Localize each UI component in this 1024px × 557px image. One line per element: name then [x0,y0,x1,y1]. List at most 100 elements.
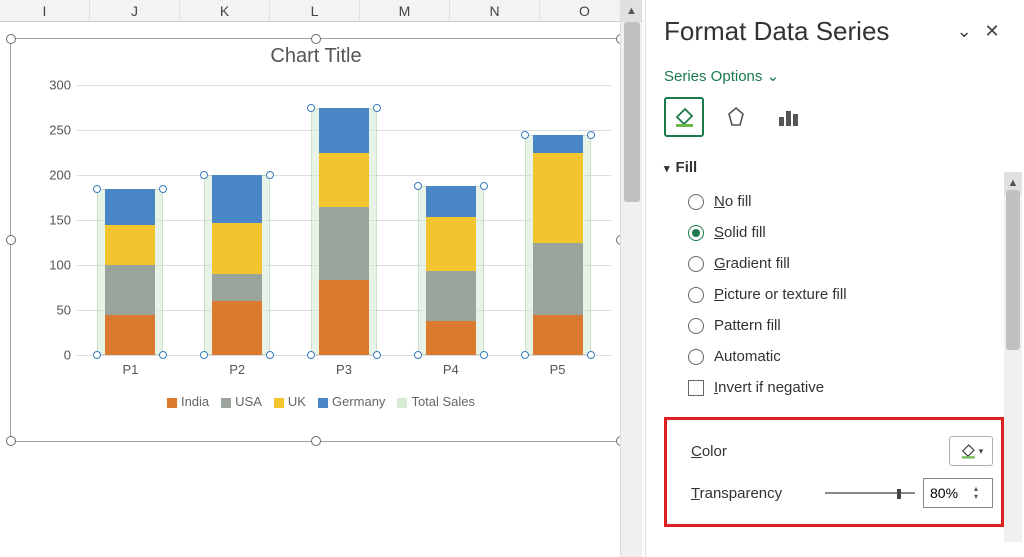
radio-icon [688,225,704,241]
series-select-point[interactable] [587,131,595,139]
bar-segment-germany[interactable] [426,186,476,218]
bar-segment-india[interactable] [105,315,155,356]
series-select-point[interactable] [307,104,315,112]
series-select-point[interactable] [93,351,101,359]
resize-handle[interactable] [6,436,16,446]
bar-segment-usa[interactable] [105,265,155,315]
y-tick-label: 200 [49,168,71,183]
series-options-tab[interactable] [768,97,808,137]
x-axis: P1P2P3P4P5 [77,362,611,382]
bar-segment-uk[interactable] [533,153,583,243]
bar-segment-uk[interactable] [319,153,369,207]
bar-segment-uk[interactable] [212,223,262,274]
series-select-point[interactable] [159,185,167,193]
y-tick-label: 50 [57,303,71,318]
legend-swatch [274,398,284,408]
series-select-point[interactable] [159,351,167,359]
series-select-point[interactable] [414,351,422,359]
spin-down-icon[interactable]: ▾ [974,493,988,501]
series-select-point[interactable] [521,351,529,359]
series-select-point[interactable] [480,351,488,359]
transparency-slider[interactable] [825,492,915,494]
worksheet-scrollbar[interactable]: ▲ [620,0,642,557]
col-header[interactable]: O [540,0,630,21]
series-select-point[interactable] [266,351,274,359]
bar-segment-uk[interactable] [105,225,155,266]
bar-segment-germany[interactable] [533,135,583,153]
legend-label: Total Sales [411,394,475,409]
transparency-label: Transparency [675,485,782,502]
color-picker-button[interactable]: ▾ [949,436,993,466]
chevron-down-icon: ▾ [979,446,984,457]
radio-picture-fill[interactable]: Picture or texture fill [664,279,1004,310]
scroll-thumb[interactable] [624,22,640,202]
resize-handle[interactable] [6,34,16,44]
fill-section-header[interactable]: ▾Fill [664,159,1004,176]
series-select-point[interactable] [480,182,488,190]
series-select-point[interactable] [266,171,274,179]
series-select-point[interactable] [200,351,208,359]
series-select-point[interactable] [373,104,381,112]
format-data-series-pane: Format Data Series ⌄ ✕ Series Options ⌄ … [645,0,1024,557]
collapse-icon[interactable]: ⌄ [952,21,976,42]
bar-segment-germany[interactable] [212,175,262,223]
legend-item[interactable]: Germany [318,394,385,409]
series-select-point[interactable] [307,351,315,359]
bar-segment-india[interactable] [426,321,476,355]
transparency-spinner[interactable]: ▴▾ [923,478,993,508]
legend-item[interactable]: UK [274,394,306,409]
resize-handle[interactable] [311,436,321,446]
bar-segment-usa[interactable] [426,271,476,321]
legend-item[interactable]: Total Sales [397,394,475,409]
chevron-down-icon: ▾ [664,162,670,175]
radio-solid-fill[interactable]: Solid fill [664,217,1004,248]
col-header[interactable]: I [0,0,90,21]
bar-segment-usa[interactable] [319,207,369,281]
bar-segment-india[interactable] [212,301,262,355]
col-header[interactable]: L [270,0,360,21]
pane-scrollbar[interactable]: ▲ [1004,172,1022,542]
y-tick-label: 150 [49,213,71,228]
series-options-dropdown[interactable]: Series Options ⌄ [664,67,1004,85]
series-select-point[interactable] [93,185,101,193]
close-icon[interactable]: ✕ [980,21,1004,42]
radio-automatic[interactable]: Automatic [664,341,1004,372]
series-select-point[interactable] [200,171,208,179]
series-select-point[interactable] [373,351,381,359]
radio-pattern-fill[interactable]: Pattern fill [664,310,1004,341]
scroll-up-icon[interactable]: ▲ [621,0,642,22]
chart-legend[interactable]: India USA UK Germany Total Sales [31,394,611,409]
radio-no-fill[interactable]: No fill [664,186,1004,217]
bar-segment-usa[interactable] [533,243,583,315]
col-header[interactable]: M [360,0,450,21]
legend-label: USA [235,394,262,409]
col-header[interactable]: K [180,0,270,21]
resize-handle[interactable] [311,34,321,44]
fill-and-line-tab[interactable] [664,97,704,137]
bar-segment-uk[interactable] [426,217,476,271]
chart-object[interactable]: Chart Title 050100150200250300 P1P2P3P4P… [10,38,622,442]
bar-segment-germany[interactable] [105,189,155,225]
radio-gradient-fill[interactable]: Gradient fill [664,248,1004,279]
legend-label: Germany [332,394,385,409]
col-header[interactable]: N [450,0,540,21]
legend-item[interactable]: USA [221,394,262,409]
scroll-thumb[interactable] [1006,190,1020,350]
legend-label: India [181,394,209,409]
pane-title: Format Data Series [664,16,889,47]
effects-tab[interactable] [716,97,756,137]
resize-handle[interactable] [6,235,16,245]
series-select-point[interactable] [521,131,529,139]
series-select-point[interactable] [414,182,422,190]
col-header[interactable]: J [90,0,180,21]
bar-segment-india[interactable] [533,315,583,355]
bar-segment-india[interactable] [319,280,369,355]
bar-segment-germany[interactable] [319,108,369,153]
y-tick-label: 250 [49,123,71,138]
bar-segment-usa[interactable] [212,274,262,301]
series-select-point[interactable] [587,351,595,359]
chart-title[interactable]: Chart Title [11,39,621,74]
legend-item[interactable]: India [167,394,209,409]
transparency-value[interactable] [924,484,974,502]
check-invert-negative[interactable]: Invert if negative [664,372,1004,403]
